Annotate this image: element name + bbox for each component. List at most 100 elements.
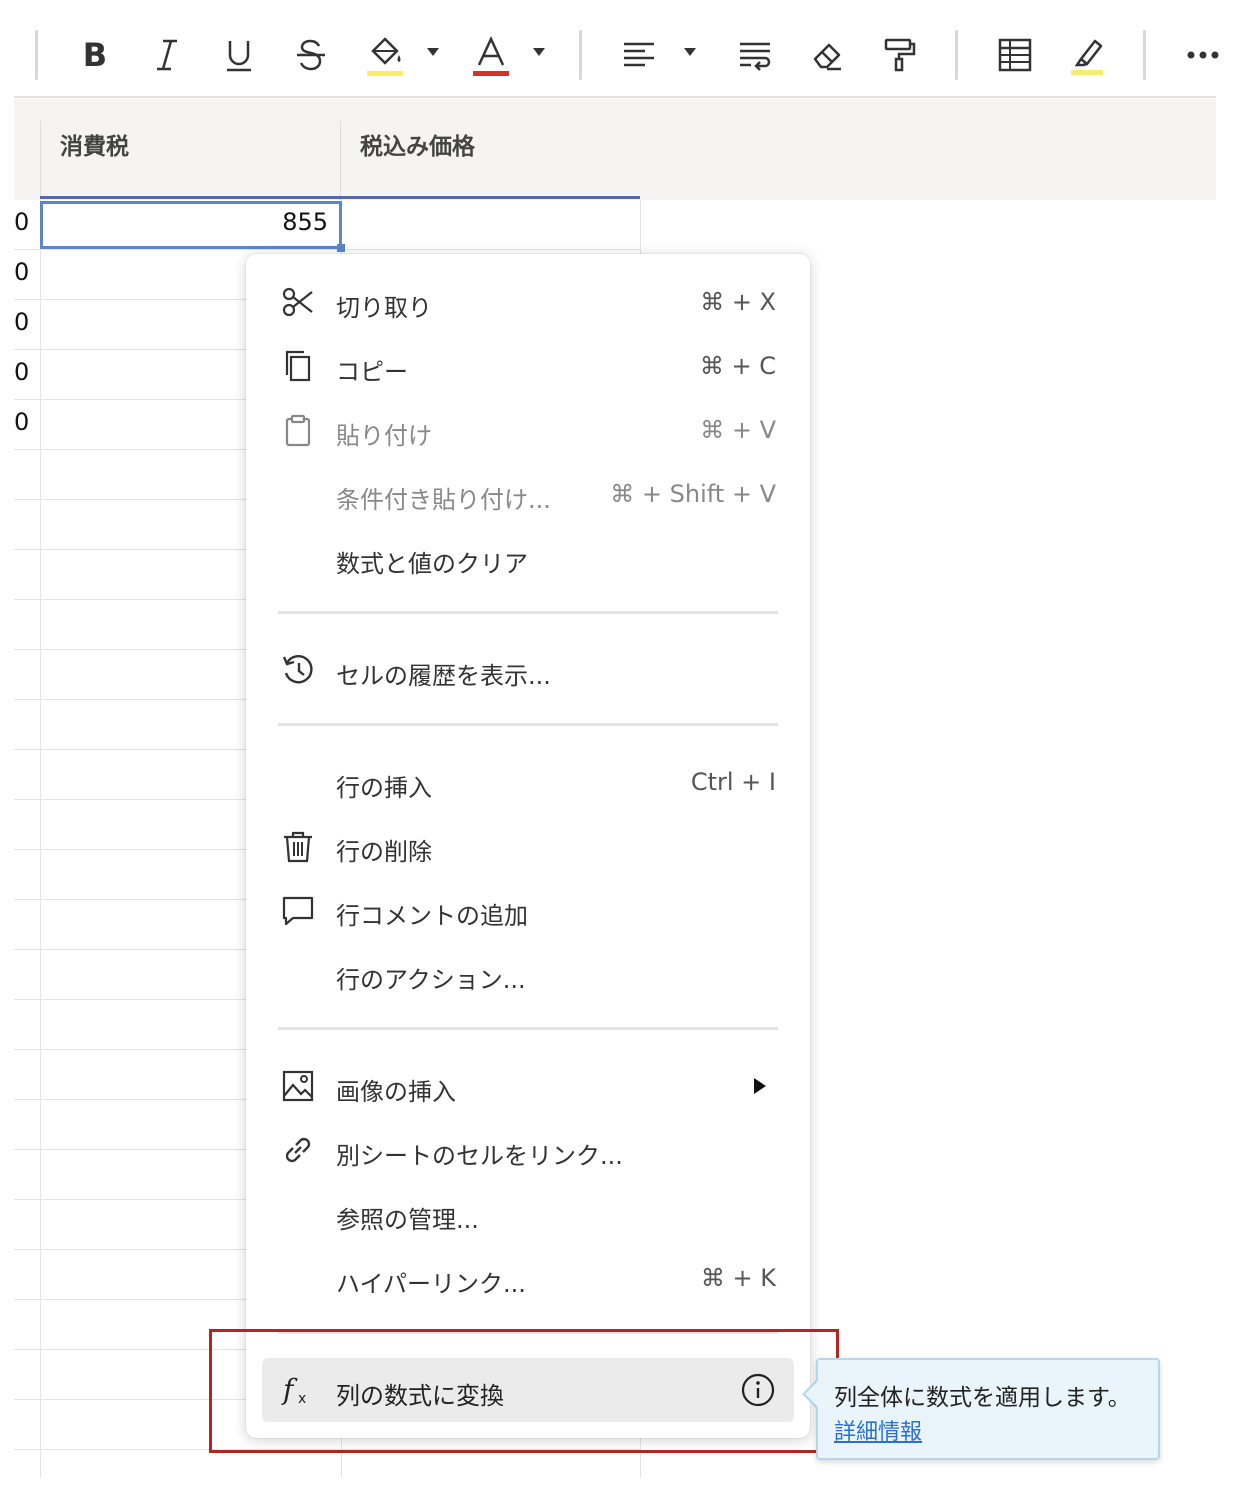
menu-item-label: 行の削除 bbox=[336, 838, 432, 866]
eraser-icon bbox=[813, 43, 841, 71]
fill-color-icon bbox=[367, 37, 403, 76]
align-button[interactable] bbox=[610, 26, 668, 84]
cell-value[interactable]: 0 bbox=[14, 308, 40, 336]
menu-item-label: 別シートのセルをリンク... bbox=[336, 1142, 623, 1170]
underline-button[interactable] bbox=[210, 26, 268, 84]
image-icon bbox=[280, 1068, 316, 1104]
menu-item-label: 切り取り bbox=[336, 294, 432, 322]
toolbar-separator bbox=[35, 30, 38, 80]
menu-item-shortcut: Ctrl + I bbox=[690, 768, 776, 796]
menu-item-label: 行コメントの追加 bbox=[336, 902, 528, 930]
column-header-tax-included-price[interactable]: 税込み価格 bbox=[340, 99, 640, 200]
menu-item-paste[interactable]: 貼り付け ⌘ + V bbox=[262, 402, 794, 458]
scissors-icon bbox=[280, 284, 316, 320]
learn-more-link[interactable]: 詳細情報 bbox=[834, 1414, 922, 1446]
text-color-button[interactable] bbox=[462, 26, 520, 84]
clear-format-button[interactable] bbox=[798, 26, 856, 84]
svg-text:B: B bbox=[83, 37, 107, 73]
highlight-annotation-box bbox=[209, 1329, 839, 1453]
fill-color-dropdown-icon[interactable] bbox=[427, 48, 439, 56]
header-underline bbox=[40, 196, 640, 199]
column-header-row: 消費税 税込み価格 bbox=[14, 99, 1216, 200]
menu-item-label: コピー bbox=[336, 358, 408, 386]
toolbar-divider bbox=[14, 96, 1216, 98]
column-header-tax[interactable]: 消費税 bbox=[40, 99, 340, 200]
menu-item-row-actions[interactable]: 行のアクション... bbox=[262, 946, 794, 1002]
menu-item-delete-row[interactable]: 行の削除 bbox=[262, 818, 794, 874]
wrap-text-icon bbox=[740, 42, 771, 71]
more-options-button[interactable] bbox=[1174, 26, 1232, 84]
menu-item-insert-image[interactable]: 画像の挿入 bbox=[262, 1058, 794, 1114]
menu-item-shortcut: ⌘ + X bbox=[700, 288, 776, 316]
highlight-button[interactable] bbox=[1058, 26, 1116, 84]
italic-icon bbox=[157, 39, 177, 71]
link-icon bbox=[280, 1132, 316, 1168]
menu-item-history[interactable]: セルの履歴を表示... bbox=[262, 642, 794, 698]
cell-value[interactable]: 0 bbox=[14, 258, 40, 286]
more-icon bbox=[1187, 51, 1219, 59]
strikethrough-icon bbox=[297, 39, 325, 71]
align-dropdown-icon[interactable] bbox=[684, 48, 696, 56]
menu-separator bbox=[278, 611, 778, 614]
menu-item-clear[interactable]: 数式と値のクリア bbox=[262, 530, 794, 586]
submenu-arrow-icon bbox=[754, 1078, 766, 1094]
cell-value[interactable]: 0 bbox=[14, 408, 40, 436]
align-left-icon bbox=[624, 42, 654, 67]
menu-item-copy[interactable]: コピー ⌘ + C bbox=[262, 338, 794, 394]
menu-item-insert-row[interactable]: 行の挿入 Ctrl + I bbox=[262, 754, 794, 810]
active-cell-value: 855 bbox=[282, 208, 328, 236]
menu-item-shortcut: ⌘ + Shift + V bbox=[610, 480, 776, 508]
toolbar-separator bbox=[1143, 30, 1146, 80]
grid-row-line bbox=[14, 249, 640, 250]
menu-item-link-cell[interactable]: 別シートのセルをリンク... bbox=[262, 1122, 794, 1178]
format-painter-button[interactable] bbox=[870, 26, 928, 84]
menu-item-label: 行の挿入 bbox=[336, 774, 432, 802]
wrap-text-button[interactable] bbox=[726, 26, 784, 84]
cell-value[interactable]: 0 bbox=[14, 208, 40, 236]
text-color-dropdown-icon[interactable] bbox=[533, 48, 545, 56]
menu-item-paste-special[interactable]: 条件付き貼り付け... ⌘ + Shift + V bbox=[262, 466, 794, 522]
tooltip-arrow-inner bbox=[805, 1380, 819, 1408]
highlight-icon bbox=[1071, 39, 1103, 75]
menu-item-label: 貼り付け bbox=[336, 422, 432, 450]
fill-color-button[interactable] bbox=[356, 26, 414, 84]
fill-handle[interactable] bbox=[337, 244, 345, 252]
toolbar-separator bbox=[579, 30, 582, 80]
bold-button[interactable]: B bbox=[66, 26, 124, 84]
menu-item-label: 画像の挿入 bbox=[336, 1078, 456, 1106]
menu-item-cut[interactable]: 切り取り ⌘ + X bbox=[262, 274, 794, 330]
history-icon bbox=[280, 652, 316, 688]
menu-separator bbox=[278, 723, 778, 726]
menu-item-label: 条件付き貼り付け... bbox=[336, 486, 551, 514]
menu-separator bbox=[278, 1027, 778, 1030]
underline-icon bbox=[227, 41, 251, 72]
comment-icon bbox=[280, 892, 316, 928]
menu-item-shortcut: ⌘ + C bbox=[699, 352, 776, 380]
menu-item-add-comment[interactable]: 行コメントの追加 bbox=[262, 882, 794, 938]
cell-value[interactable]: 0 bbox=[14, 358, 40, 386]
menu-item-manage-references[interactable]: 参照の管理... bbox=[262, 1186, 794, 1242]
info-tooltip: 列全体に数式を適用します。 詳細情報 bbox=[816, 1358, 1160, 1460]
menu-item-label: 数式と値のクリア bbox=[336, 550, 528, 578]
strikethrough-button[interactable] bbox=[282, 26, 340, 84]
italic-button[interactable] bbox=[138, 26, 196, 84]
grid-button[interactable] bbox=[986, 26, 1044, 84]
bold-icon: B bbox=[83, 37, 107, 73]
clipboard-icon bbox=[280, 412, 316, 448]
copy-icon bbox=[280, 348, 316, 384]
format-painter-icon bbox=[884, 38, 916, 72]
menu-item-shortcut: ⌘ + V bbox=[700, 416, 776, 444]
menu-item-shortcut: ⌘ + K bbox=[700, 1264, 776, 1292]
menu-item-label: 行のアクション... bbox=[336, 966, 526, 994]
menu-item-label: 参照の管理... bbox=[336, 1206, 479, 1234]
toolbar-separator bbox=[955, 30, 958, 80]
menu-item-label: セルの履歴を表示... bbox=[336, 662, 551, 690]
trash-icon bbox=[280, 828, 316, 864]
grid-icon bbox=[998, 38, 1032, 72]
grid-column-line bbox=[40, 199, 41, 1478]
menu-item-hyperlink[interactable]: ハイパーリンク... ⌘ + K bbox=[262, 1250, 794, 1306]
context-menu: 切り取り ⌘ + X コピー ⌘ + C 貼り付け ⌘ + V 条件付き貼り付け… bbox=[246, 254, 810, 1438]
menu-item-label: ハイパーリンク... bbox=[336, 1270, 526, 1298]
formatting-toolbar: B bbox=[0, 0, 1238, 98]
tooltip-text: 列全体に数式を適用します。 bbox=[834, 1385, 1131, 1411]
